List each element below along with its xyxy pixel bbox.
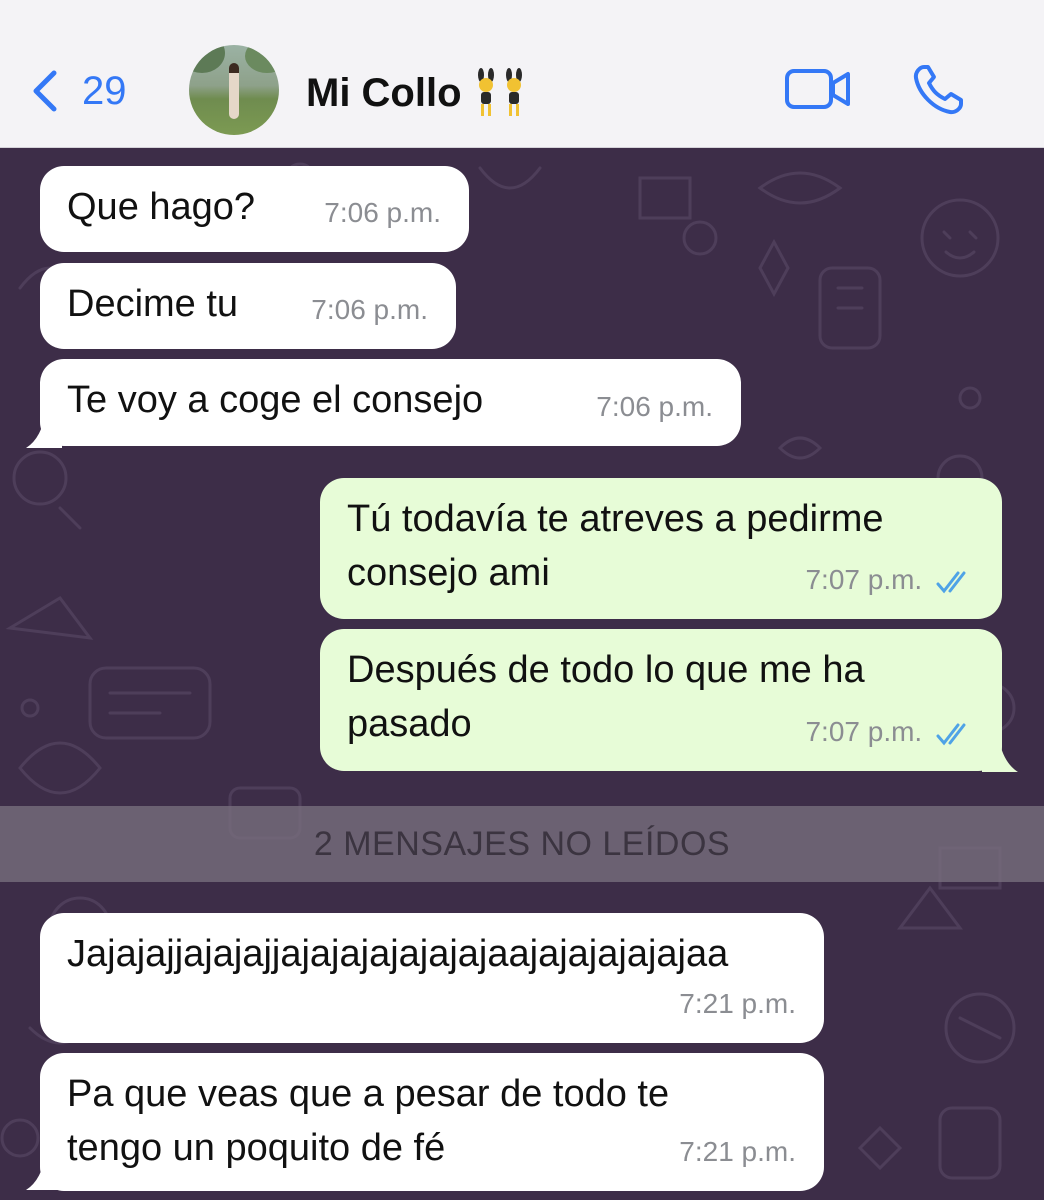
contact-name-text: Mi Collo	[306, 70, 462, 115]
message-meta: 7:07 p.m.	[805, 705, 976, 759]
women-with-bunny-ears-emoji	[472, 68, 528, 118]
message-text: Tú todavía te atreves a pedirme consejo …	[347, 498, 884, 594]
message-text: Pa que veas que a pesar de todo te tengo…	[67, 1073, 670, 1169]
message-time: 7:06 p.m.	[596, 391, 713, 422]
message-text: Después de todo lo que me ha pasado	[347, 649, 865, 745]
message-time: 7:07 p.m.	[805, 716, 923, 747]
unread-chats-count: 29	[82, 68, 127, 113]
message-text: Jajajajjajajajjajajajajajajajaajajajajaj…	[67, 933, 729, 975]
back-button[interactable]: 29	[28, 66, 127, 116]
message-time: 7:06 p.m.	[311, 294, 428, 325]
contact-name[interactable]: Mi Collo	[306, 68, 528, 118]
unread-messages-divider: 2 MENSAJES NO LEÍDOS	[0, 806, 1044, 882]
message-bubble-incoming[interactable]: Te voy a coge el consejo 7:06 p.m.	[40, 359, 741, 446]
message-bubble-incoming[interactable]: Jajajajjajajajjajajajajajajajaajajajajaj…	[40, 913, 824, 1043]
message-text: Te voy a coge el consejo	[67, 379, 484, 421]
message-bubble-outgoing[interactable]: Tú todavía te atreves a pedirme consejo …	[320, 478, 1002, 619]
double-check-read-icon	[936, 571, 966, 593]
phone-call-icon[interactable]	[910, 62, 966, 118]
message-time: 7:21 p.m.	[679, 1136, 796, 1167]
message-time: 7:07 p.m.	[805, 564, 923, 595]
message-time: 7:21 p.m.	[679, 988, 796, 1019]
double-check-read-icon	[936, 723, 966, 745]
message-time: 7:06 p.m.	[324, 197, 441, 228]
message-bubble-outgoing[interactable]: Después de todo lo que me ha pasado 7:07…	[320, 629, 1002, 771]
message-text: Decime tu	[67, 283, 239, 325]
chevron-left-icon	[33, 70, 57, 112]
contact-avatar[interactable]	[189, 45, 279, 135]
message-bubble-incoming[interactable]: Decime tu 7:06 p.m.	[40, 263, 456, 349]
chat-header: 29 Mi Collo	[0, 0, 1044, 148]
message-text: Que hago?	[67, 186, 256, 228]
chat-area[interactable]: Que hago? 7:06 p.m. Decime tu 7:06 p.m. …	[0, 148, 1044, 1200]
message-meta: 7:07 p.m.	[805, 553, 976, 607]
message-bubble-incoming[interactable]: Que hago? 7:06 p.m.	[40, 166, 469, 252]
video-call-icon[interactable]	[784, 67, 852, 111]
message-bubble-incoming[interactable]: Pa que veas que a pesar de todo te tengo…	[40, 1053, 824, 1191]
unread-divider-label: 2 MENSAJES NO LEÍDOS	[313, 824, 731, 863]
